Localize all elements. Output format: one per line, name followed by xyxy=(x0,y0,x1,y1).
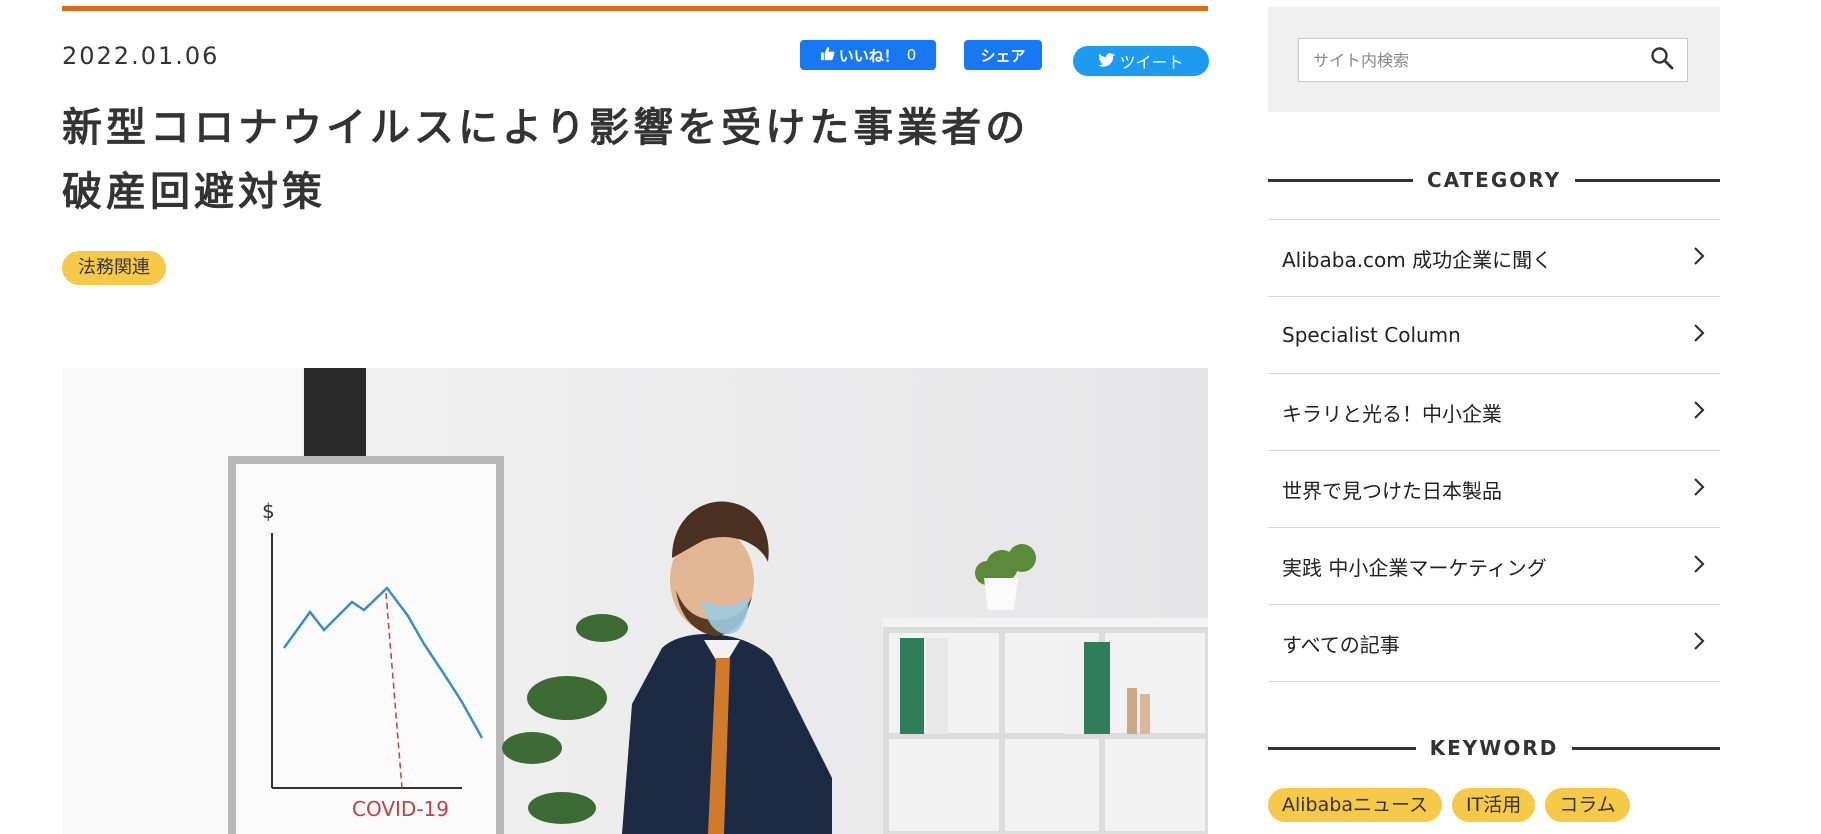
keyword-list: Alibabaニュース IT活用 コラム xyxy=(1268,788,1630,822)
svg-text:$: $ xyxy=(262,499,275,523)
category-item-label: 実践 中小企業マーケティング xyxy=(1282,555,1547,580)
category-item[interactable]: 実践 中小企業マーケティング xyxy=(1268,528,1720,605)
hero-image: $ COVID-19 xyxy=(62,368,1208,834)
heading-rule xyxy=(1268,178,1413,182)
category-tag[interactable]: 法務関連 xyxy=(62,251,166,285)
chevron-right-icon xyxy=(1692,322,1706,348)
keyword-tag[interactable]: Alibabaニュース xyxy=(1268,788,1443,822)
category-heading-label: CATEGORY xyxy=(1426,168,1562,192)
heading-rule xyxy=(1575,178,1720,182)
twitter-bird-icon xyxy=(1098,52,1116,71)
keyword-tag[interactable]: IT活用 xyxy=(1452,788,1536,822)
category-item[interactable]: すべての記事 xyxy=(1268,605,1720,682)
hero-chart-label: COVID-19 xyxy=(352,797,449,821)
search-icon xyxy=(1650,46,1674,74)
category-item[interactable]: キラリと光る！中小企業 xyxy=(1268,374,1720,451)
category-item-label: キラリと光る！中小企業 xyxy=(1282,401,1502,426)
heading-rule xyxy=(1572,746,1720,750)
thumbs-up-icon xyxy=(820,46,835,65)
category-item-label: Specialist Column xyxy=(1282,323,1461,347)
sidebar-search xyxy=(1268,7,1720,112)
chevron-right-icon xyxy=(1692,476,1706,502)
category-item-label: Alibaba.com 成功企業に聞く xyxy=(1282,247,1553,272)
category-item-label: すべての記事 xyxy=(1282,632,1400,657)
article-date: 2022.01.06 xyxy=(62,42,220,70)
article-title-line1: 新型コロナウイルスにより影響を受けた事業者の xyxy=(62,105,1030,151)
category-item-label: 世界で見つけた日本製品 xyxy=(1282,478,1502,503)
tweet-button[interactable]: ツイート xyxy=(1073,46,1209,76)
article-title: 新型コロナウイルスにより影響を受けた事業者の 破産回避対策 xyxy=(62,96,1102,224)
article-title-line2: 破産回避対策 xyxy=(62,169,326,215)
chevron-right-icon xyxy=(1692,553,1706,579)
chevron-right-icon xyxy=(1692,245,1706,271)
keyword-heading: KEYWORD xyxy=(1268,736,1720,760)
category-item[interactable]: Specialist Column xyxy=(1268,297,1720,374)
category-heading: CATEGORY xyxy=(1268,168,1720,192)
keyword-heading-label: KEYWORD xyxy=(1429,736,1559,760)
category-list: Alibaba.com 成功企業に聞く Specialist Column キラ… xyxy=(1268,219,1720,682)
facebook-share-button[interactable]: シェア xyxy=(964,40,1042,70)
like-label: いいね！ xyxy=(838,46,899,65)
search-input[interactable] xyxy=(1298,38,1688,82)
chevron-right-icon xyxy=(1692,630,1706,656)
like-count: 0 xyxy=(906,46,917,64)
category-item[interactable]: Alibaba.com 成功企業に聞く xyxy=(1268,220,1720,297)
tweet-label: ツイート xyxy=(1119,53,1184,72)
accent-top-bar xyxy=(62,6,1208,11)
category-item[interactable]: 世界で見つけた日本製品 xyxy=(1268,451,1720,528)
keyword-tag[interactable]: コラム xyxy=(1545,788,1630,822)
heading-rule xyxy=(1268,746,1416,750)
search-button[interactable] xyxy=(1642,43,1682,77)
facebook-like-button[interactable]: いいね！ 0 xyxy=(800,40,936,70)
chevron-right-icon xyxy=(1692,399,1706,425)
